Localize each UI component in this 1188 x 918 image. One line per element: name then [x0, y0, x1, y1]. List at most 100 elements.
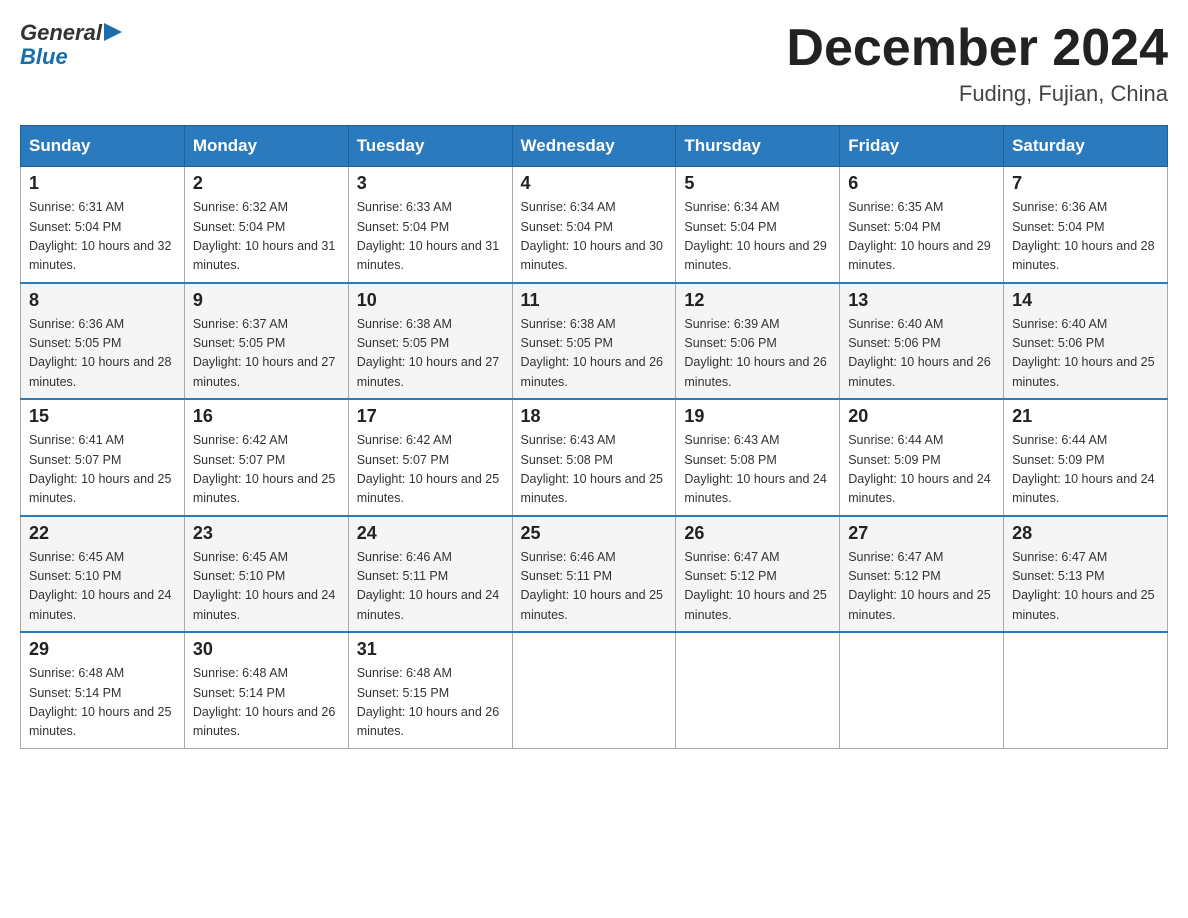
calendar-week-2: 8 Sunrise: 6:36 AMSunset: 5:05 PMDaylight… — [21, 283, 1168, 400]
day-info: Sunrise: 6:36 AMSunset: 5:05 PMDaylight:… — [29, 315, 176, 393]
calendar-day-cell: 13Sunrise: 6:40 AMSunset: 5:06 PMDayligh… — [840, 283, 1004, 400]
day-number: 24 — [357, 523, 504, 544]
day-info: Sunrise: 6:46 AMSunset: 5:11 PMDaylight:… — [521, 548, 668, 626]
logo: General Blue — [20, 20, 122, 70]
calendar-day-cell: 1 Sunrise: 6:31 AMSunset: 5:04 PMDaylight… — [21, 167, 185, 283]
day-number: 25 — [521, 523, 668, 544]
day-info: Sunrise: 6:39 AMSunset: 5:06 PMDaylight:… — [684, 315, 831, 393]
calendar-day-cell: 18 Sunrise: 6:43 AMSunset: 5:08 PMDayligh… — [512, 399, 676, 516]
calendar-day-cell: 20Sunrise: 6:44 AMSunset: 5:09 PMDayligh… — [840, 399, 1004, 516]
calendar-day-cell: 7 Sunrise: 6:36 AMSunset: 5:04 PMDaylight… — [1004, 167, 1168, 283]
calendar-day-cell: 29Sunrise: 6:48 AMSunset: 5:14 PMDayligh… — [21, 632, 185, 748]
day-info: Sunrise: 6:31 AMSunset: 5:04 PMDaylight:… — [29, 198, 176, 276]
header-tuesday: Tuesday — [348, 126, 512, 167]
calendar-day-cell: 17 Sunrise: 6:42 AMSunset: 5:07 PMDayligh… — [348, 399, 512, 516]
calendar-day-cell: 8 Sunrise: 6:36 AMSunset: 5:05 PMDaylight… — [21, 283, 185, 400]
month-title: December 2024 — [786, 20, 1168, 77]
logo-general-text: General — [20, 20, 102, 46]
day-number: 11 — [521, 290, 668, 311]
header-sunday: Sunday — [21, 126, 185, 167]
calendar-day-cell: 2 Sunrise: 6:32 AMSunset: 5:04 PMDaylight… — [184, 167, 348, 283]
day-number: 26 — [684, 523, 831, 544]
day-number: 12 — [684, 290, 831, 311]
day-info: Sunrise: 6:38 AMSunset: 5:05 PMDaylight:… — [357, 315, 504, 393]
calendar-day-cell: 14 Sunrise: 6:40 AMSunset: 5:06 PMDayligh… — [1004, 283, 1168, 400]
day-info: Sunrise: 6:34 AMSunset: 5:04 PMDaylight:… — [521, 198, 668, 276]
day-info: Sunrise: 6:35 AMSunset: 5:04 PMDaylight:… — [848, 198, 995, 276]
calendar-day-cell: 30Sunrise: 6:48 AMSunset: 5:14 PMDayligh… — [184, 632, 348, 748]
day-number: 19 — [684, 406, 831, 427]
day-number: 21 — [1012, 406, 1159, 427]
day-number: 27 — [848, 523, 995, 544]
day-info: Sunrise: 6:45 AMSunset: 5:10 PMDaylight:… — [29, 548, 176, 626]
calendar-day-cell: 5 Sunrise: 6:34 AMSunset: 5:04 PMDaylight… — [676, 167, 840, 283]
day-info: Sunrise: 6:42 AMSunset: 5:07 PMDaylight:… — [357, 431, 504, 509]
calendar-day-cell: 9Sunrise: 6:37 AMSunset: 5:05 PMDaylight… — [184, 283, 348, 400]
day-info: Sunrise: 6:46 AMSunset: 5:11 PMDaylight:… — [357, 548, 504, 626]
calendar-day-cell — [512, 632, 676, 748]
calendar-week-3: 15 Sunrise: 6:41 AMSunset: 5:07 PMDayligh… — [21, 399, 1168, 516]
calendar-day-cell: 22 Sunrise: 6:45 AMSunset: 5:10 PMDayligh… — [21, 516, 185, 633]
day-info: Sunrise: 6:44 AMSunset: 5:09 PMDaylight:… — [1012, 431, 1159, 509]
day-info: Sunrise: 6:47 AMSunset: 5:12 PMDaylight:… — [684, 548, 831, 626]
location-text: Fuding, Fujian, China — [786, 81, 1168, 107]
day-number: 18 — [521, 406, 668, 427]
calendar-day-cell: 28Sunrise: 6:47 AMSunset: 5:13 PMDayligh… — [1004, 516, 1168, 633]
day-info: Sunrise: 6:43 AMSunset: 5:08 PMDaylight:… — [521, 431, 668, 509]
day-number: 2 — [193, 173, 340, 194]
calendar-day-cell: 10 Sunrise: 6:38 AMSunset: 5:05 PMDayligh… — [348, 283, 512, 400]
calendar-week-5: 29Sunrise: 6:48 AMSunset: 5:14 PMDayligh… — [21, 632, 1168, 748]
header-wednesday: Wednesday — [512, 126, 676, 167]
day-number: 3 — [357, 173, 504, 194]
day-info: Sunrise: 6:45 AMSunset: 5:10 PMDaylight:… — [193, 548, 340, 626]
calendar-day-cell: 12 Sunrise: 6:39 AMSunset: 5:06 PMDayligh… — [676, 283, 840, 400]
header-monday: Monday — [184, 126, 348, 167]
calendar-day-cell: 4 Sunrise: 6:34 AMSunset: 5:04 PMDaylight… — [512, 167, 676, 283]
header-friday: Friday — [840, 126, 1004, 167]
calendar-day-cell: 21 Sunrise: 6:44 AMSunset: 5:09 PMDayligh… — [1004, 399, 1168, 516]
weekday-header-row: Sunday Monday Tuesday Wednesday Thursday… — [21, 126, 1168, 167]
day-info: Sunrise: 6:40 AMSunset: 5:06 PMDaylight:… — [1012, 315, 1159, 393]
day-info: Sunrise: 6:36 AMSunset: 5:04 PMDaylight:… — [1012, 198, 1159, 276]
day-info: Sunrise: 6:48 AMSunset: 5:15 PMDaylight:… — [357, 664, 504, 742]
day-number: 5 — [684, 173, 831, 194]
day-info: Sunrise: 6:41 AMSunset: 5:07 PMDaylight:… — [29, 431, 176, 509]
day-number: 30 — [193, 639, 340, 660]
day-info: Sunrise: 6:47 AMSunset: 5:13 PMDaylight:… — [1012, 548, 1159, 626]
calendar-day-cell — [1004, 632, 1168, 748]
day-info: Sunrise: 6:33 AMSunset: 5:04 PMDaylight:… — [357, 198, 504, 276]
logo-blue-text: Blue — [20, 44, 68, 70]
day-number: 29 — [29, 639, 176, 660]
day-number: 14 — [1012, 290, 1159, 311]
day-number: 7 — [1012, 173, 1159, 194]
calendar-day-cell: 16 Sunrise: 6:42 AMSunset: 5:07 PMDayligh… — [184, 399, 348, 516]
calendar-day-cell: 15 Sunrise: 6:41 AMSunset: 5:07 PMDayligh… — [21, 399, 185, 516]
calendar-day-cell: 26 Sunrise: 6:47 AMSunset: 5:12 PMDayligh… — [676, 516, 840, 633]
day-number: 22 — [29, 523, 176, 544]
calendar-day-cell: 24 Sunrise: 6:46 AMSunset: 5:11 PMDayligh… — [348, 516, 512, 633]
logo-triangle-icon — [104, 21, 122, 43]
day-number: 31 — [357, 639, 504, 660]
calendar-day-cell — [676, 632, 840, 748]
day-info: Sunrise: 6:34 AMSunset: 5:04 PMDaylight:… — [684, 198, 831, 276]
day-info: Sunrise: 6:32 AMSunset: 5:04 PMDaylight:… — [193, 198, 340, 276]
day-info: Sunrise: 6:42 AMSunset: 5:07 PMDaylight:… — [193, 431, 340, 509]
day-info: Sunrise: 6:38 AMSunset: 5:05 PMDaylight:… — [521, 315, 668, 393]
day-number: 1 — [29, 173, 176, 194]
day-number: 20 — [848, 406, 995, 427]
day-number: 8 — [29, 290, 176, 311]
calendar-day-cell: 6 Sunrise: 6:35 AMSunset: 5:04 PMDaylight… — [840, 167, 1004, 283]
day-number: 15 — [29, 406, 176, 427]
day-number: 17 — [357, 406, 504, 427]
calendar-day-cell: 23 Sunrise: 6:45 AMSunset: 5:10 PMDayligh… — [184, 516, 348, 633]
header-saturday: Saturday — [1004, 126, 1168, 167]
day-number: 4 — [521, 173, 668, 194]
day-number: 23 — [193, 523, 340, 544]
calendar-day-cell: 25 Sunrise: 6:46 AMSunset: 5:11 PMDayligh… — [512, 516, 676, 633]
day-number: 16 — [193, 406, 340, 427]
page-header: General Blue December 2024 Fuding, Fujia… — [20, 20, 1168, 107]
day-number: 10 — [357, 290, 504, 311]
calendar-day-cell: 19Sunrise: 6:43 AMSunset: 5:08 PMDayligh… — [676, 399, 840, 516]
header-thursday: Thursday — [676, 126, 840, 167]
day-number: 6 — [848, 173, 995, 194]
